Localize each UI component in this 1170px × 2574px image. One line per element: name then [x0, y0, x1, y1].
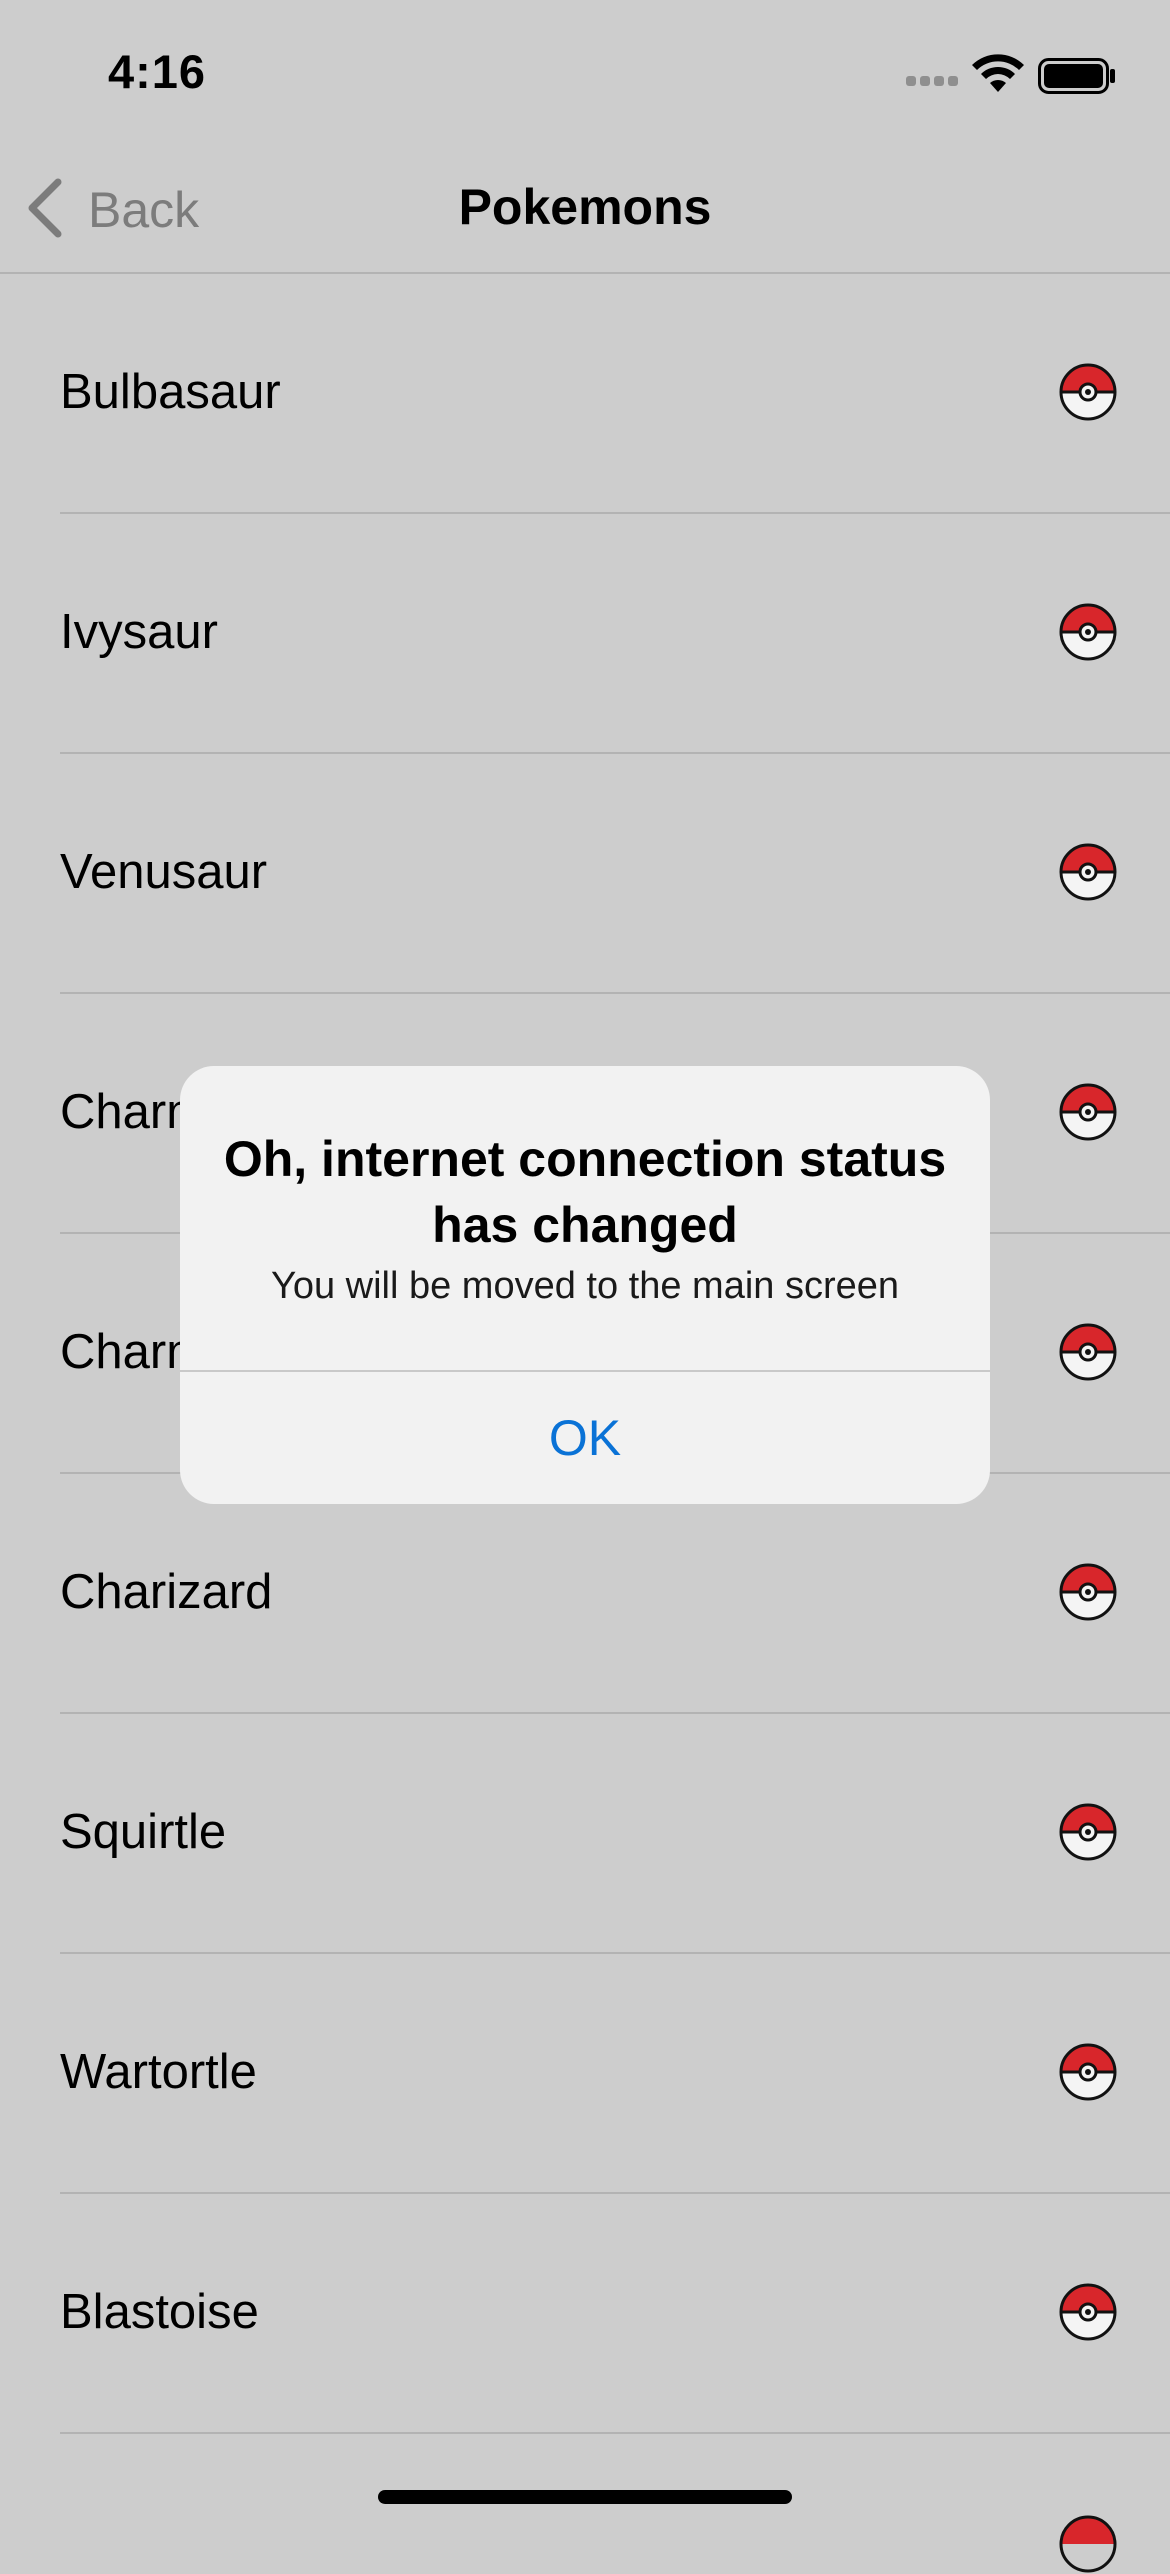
- status-time: 4:16: [108, 45, 207, 98]
- alert-message: You will be moved to the main screen: [270, 1265, 900, 1307]
- navigation-bar: Back Pokemons: [0, 140, 1170, 274]
- pokeball-icon: [1059, 1323, 1117, 1381]
- ok-button[interactable]: OK: [180, 1372, 990, 1504]
- list-item[interactable]: Ivysaur: [60, 514, 1170, 754]
- pokemon-name: Wartortle: [60, 2045, 257, 2099]
- pokemon-name: Venusaur: [60, 845, 268, 899]
- pokeball-icon: [1059, 603, 1117, 661]
- status-bar: 4:16: [0, 0, 1170, 140]
- home-indicator[interactable]: [378, 2490, 792, 2504]
- pokeball-icon: [1059, 2043, 1117, 2101]
- pokeball-icon: [1059, 2283, 1117, 2341]
- alert-title: Oh, internet connection status has chang…: [223, 1131, 947, 1253]
- pokeball-icon: [1059, 363, 1117, 421]
- pokemon-name: Blastoise: [60, 2285, 259, 2339]
- pokeball-icon: [1059, 1803, 1117, 1861]
- pokeball-icon: [1059, 1083, 1117, 1141]
- list-item[interactable]: Blastoise: [60, 2194, 1170, 2434]
- cellular-signal-icon: [906, 76, 958, 90]
- list-item[interactable]: Venusaur: [60, 754, 1170, 994]
- list-item[interactable]: Charizard: [60, 1474, 1170, 1714]
- list-item[interactable]: Bulbasaur: [60, 274, 1170, 514]
- pokemon-name: Bulbasaur: [60, 365, 281, 419]
- pokemon-name: Squirtle: [60, 1805, 227, 1859]
- pokeball-icon: [1059, 843, 1117, 901]
- list-item[interactable]: Squirtle: [60, 1714, 1170, 1954]
- page-title: Pokemons: [458, 179, 712, 235]
- pokeball-icon: [1059, 2515, 1117, 2573]
- pokeball-icon: [1059, 1563, 1117, 1621]
- wifi-icon: [972, 54, 1024, 92]
- pokemon-name: Charizard: [60, 1565, 273, 1619]
- alert-dialog: Oh, internet connection status has chang…: [180, 1066, 990, 1504]
- battery-icon: [1038, 58, 1115, 94]
- pokemon-name: Ivysaur: [60, 605, 218, 659]
- list-item[interactable]: Wartortle: [60, 1954, 1170, 2194]
